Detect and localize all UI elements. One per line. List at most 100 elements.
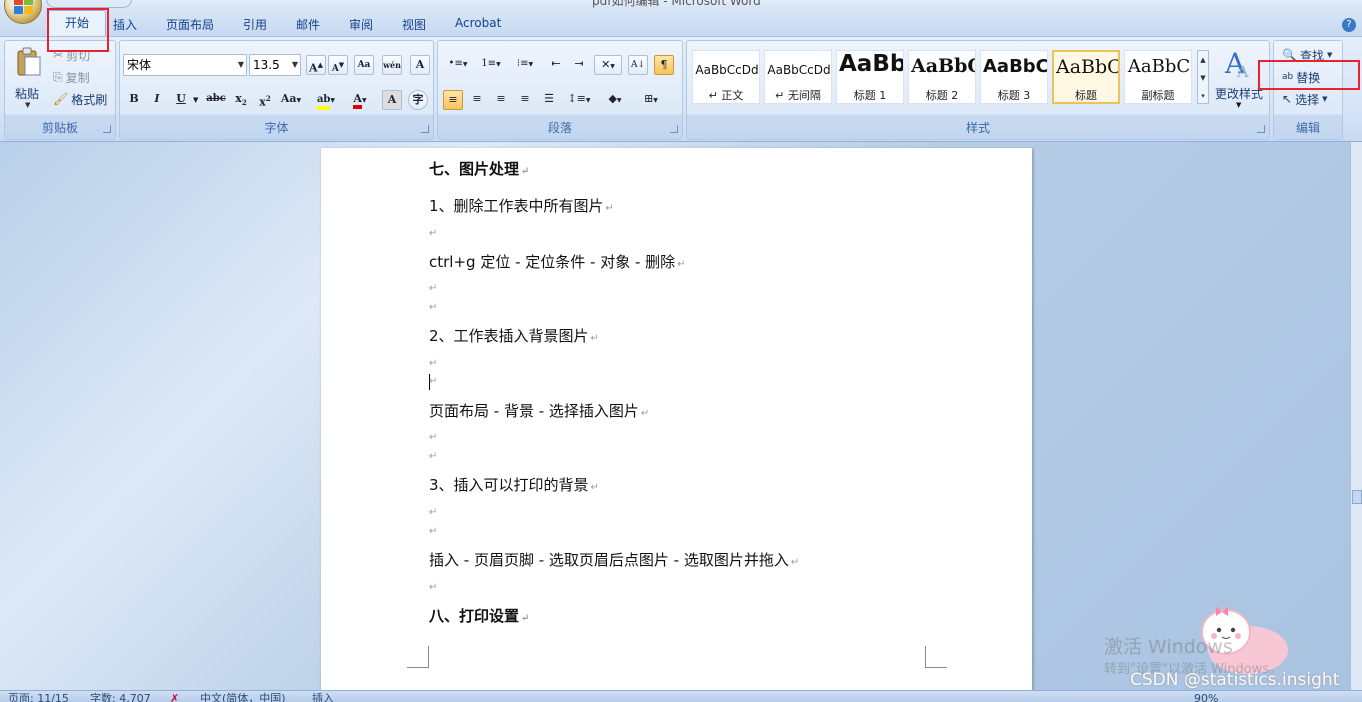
tab-review[interactable]: 审阅 xyxy=(349,16,373,33)
sort-icon[interactable]: A↓ xyxy=(628,55,648,75)
multilevel-list-icon[interactable]: ⁝≡▼ xyxy=(509,55,541,75)
numbering-icon[interactable]: 1≡▼ xyxy=(476,55,506,75)
status-language[interactable]: 中文(简体，中国) xyxy=(200,691,286,702)
tab-page-layout[interactable]: 页面布局 xyxy=(166,16,214,33)
brush-icon: 🖌 xyxy=(53,92,69,106)
vertical-scrollbar[interactable] xyxy=(1350,142,1362,690)
style-sample: AaBbC xyxy=(1056,56,1120,78)
scrollbar-thumb[interactable] xyxy=(1352,490,1362,504)
style-sample: AaBbC xyxy=(983,56,1047,77)
increase-indent-icon[interactable]: ⇥ xyxy=(569,55,589,75)
underline-button[interactable]: U xyxy=(171,90,191,110)
doc-line: 1、删除工作表中所有图片 ↵ xyxy=(429,197,614,215)
decrease-indent-icon[interactable]: ⇤ xyxy=(546,55,566,75)
justify-icon[interactable]: ≡ xyxy=(515,90,535,110)
style-title[interactable]: AaBbC 标题 xyxy=(1052,50,1120,104)
line-spacing-icon[interactable]: ↕≡▼ xyxy=(565,90,593,110)
paragraph-mark: ↵ xyxy=(429,228,438,239)
select-button[interactable]: ↖ 选择 ▼ xyxy=(1282,89,1327,109)
csdn-watermark: CSDN @statistics.insight xyxy=(1130,670,1340,690)
paste-icon xyxy=(17,47,41,76)
status-words[interactable]: 字数: 4,707 xyxy=(90,691,151,702)
doc-line: 2、工作表插入背景图片 ↵ xyxy=(429,327,599,345)
doc-line: ctrl+g 定位 - 定位条件 - 对象 - 删除 ↵ xyxy=(429,253,686,271)
style-heading-1[interactable]: AaBb 标题 1 xyxy=(836,50,904,104)
style-heading-2[interactable]: AaBbC 标题 2 xyxy=(908,50,976,104)
style-normal[interactable]: AaBbCcDd ↵ 正文 xyxy=(692,50,760,104)
clear-format-icon[interactable]: Aa xyxy=(354,55,374,75)
paragraph-mark: ↵ xyxy=(429,283,438,294)
style-sample: AaBbCcDd xyxy=(767,63,831,77)
tab-mailings[interactable]: 邮件 xyxy=(296,16,320,33)
superscript-button[interactable]: x2 xyxy=(255,90,275,110)
dialog-launcher-icon[interactable] xyxy=(103,125,111,133)
font-group-label: 字体 xyxy=(264,121,289,135)
paragraph-mark: ↵ xyxy=(429,507,438,518)
align-left-icon[interactable]: ≡ xyxy=(443,90,463,110)
style-subtitle[interactable]: AaBbC 副标题 xyxy=(1124,50,1192,104)
strikethrough-button[interactable]: abc xyxy=(204,90,228,110)
chinese-layout-icon[interactable]: ✕▼ xyxy=(594,55,622,75)
enclose-characters-icon[interactable]: 字 xyxy=(408,90,428,110)
font-name-select[interactable]: 宋体 ▼ xyxy=(123,54,247,76)
change-styles-icon: A A xyxy=(1224,47,1249,79)
dialog-launcher-icon[interactable] xyxy=(670,125,678,133)
style-name: 副标题 xyxy=(1141,89,1175,102)
italic-button[interactable]: I xyxy=(147,90,167,110)
select-label: 选择 xyxy=(1295,92,1320,107)
borders-icon[interactable]: ⊞▼ xyxy=(636,90,666,110)
document-page[interactable]: 七、图片处理 ↵ 1、删除工作表中所有图片 ↵ ↵ ctrl+g 定位 - 定位条件… xyxy=(321,148,1032,690)
character-shading-icon[interactable]: A xyxy=(382,90,402,110)
styles-group-label: 样式 xyxy=(965,121,990,135)
styles-gallery-scroll[interactable]: ▲ ▼ ▾ xyxy=(1197,50,1209,104)
style-sample: AaBbC xyxy=(911,55,975,77)
font-size-select[interactable]: 13.5 ▼ xyxy=(249,54,301,76)
tab-acrobat[interactable]: Acrobat xyxy=(455,16,501,30)
status-insert-mode[interactable]: 插入 xyxy=(312,691,334,702)
font-name-value: 宋体 xyxy=(127,58,152,72)
clipboard-group: 粘贴 ▼ ✂ 剪切 ⎘ 复制 🖌 格式刷 剪贴板 xyxy=(4,40,116,140)
highlight-box-replace xyxy=(1258,60,1360,90)
bold-button[interactable]: B xyxy=(124,90,144,110)
page-corner-mark xyxy=(407,646,429,668)
chevron-down-icon[interactable]: ▼ xyxy=(193,96,198,104)
font-color-button[interactable]: A▼ xyxy=(345,90,375,110)
show-marks-icon[interactable]: ¶ xyxy=(654,55,674,75)
dialog-launcher-icon[interactable] xyxy=(1257,125,1265,133)
dialog-launcher-icon[interactable] xyxy=(421,125,429,133)
status-zoom[interactable]: 90% xyxy=(1194,691,1218,702)
tab-insert[interactable]: 插入 xyxy=(113,16,137,33)
help-icon[interactable]: ? xyxy=(1342,18,1356,32)
cursor-icon: ↖ xyxy=(1282,92,1293,106)
align-center-icon[interactable]: ≡ xyxy=(467,90,487,110)
styles-group: AaBbCcDd ↵ 正文 AaBbCcDd ↵ 无间隔 AaBb 标题 1 A… xyxy=(686,40,1270,140)
style-no-spacing[interactable]: AaBbCcDd ↵ 无间隔 xyxy=(764,50,832,104)
align-right-icon[interactable]: ≡ xyxy=(491,90,511,110)
copy-button[interactable]: ⎘ 复制 xyxy=(53,67,90,87)
highlight-box-home-tab xyxy=(47,8,109,52)
change-case-button[interactable]: Aa▼ xyxy=(278,90,304,110)
proofing-icon[interactable]: ✗ xyxy=(170,691,179,702)
tab-view[interactable]: 视图 xyxy=(402,16,426,33)
shading-icon[interactable]: ◆▼ xyxy=(598,90,632,110)
paragraph-group: •≡▼ 1≡▼ ⁝≡▼ ⇤ ⇥ ✕▼ A↓ ¶ ≡ ≡ ≡ ≡ ☰ ↕≡▼ ◆▼… xyxy=(437,40,683,140)
ribbon: 粘贴 ▼ ✂ 剪切 ⎘ 复制 🖌 格式刷 剪贴板 宋体 ▼ 13.5 ▼ A▲ A▼… xyxy=(0,36,1362,142)
character-border-icon[interactable]: A xyxy=(410,55,430,75)
format-painter-button[interactable]: 🖌 格式刷 xyxy=(53,89,107,109)
grow-font-button[interactable]: A▲ xyxy=(306,55,326,75)
shrink-font-button[interactable]: A▼ xyxy=(328,55,348,75)
paragraph-mark: ↵ xyxy=(429,526,438,537)
phonetic-guide-icon[interactable]: wén xyxy=(382,55,402,75)
tab-references[interactable]: 引用 xyxy=(243,16,267,33)
bullets-icon[interactable]: •≡▼ xyxy=(443,55,473,75)
style-heading-3[interactable]: AaBbC 标题 3 xyxy=(980,50,1048,104)
highlight-button[interactable]: ab▼ xyxy=(310,90,342,110)
page-corner-mark xyxy=(925,646,947,668)
style-sample: AaBbCcDd xyxy=(695,63,759,77)
quick-access-toolbar[interactable] xyxy=(46,0,132,8)
status-page[interactable]: 页面: 11/15 xyxy=(8,691,69,702)
paste-label: 粘贴 xyxy=(15,87,40,101)
paste-button[interactable]: 粘贴 ▼ xyxy=(11,45,47,109)
distributed-icon[interactable]: ☰ xyxy=(539,90,559,110)
subscript-button[interactable]: x2 xyxy=(231,90,251,110)
